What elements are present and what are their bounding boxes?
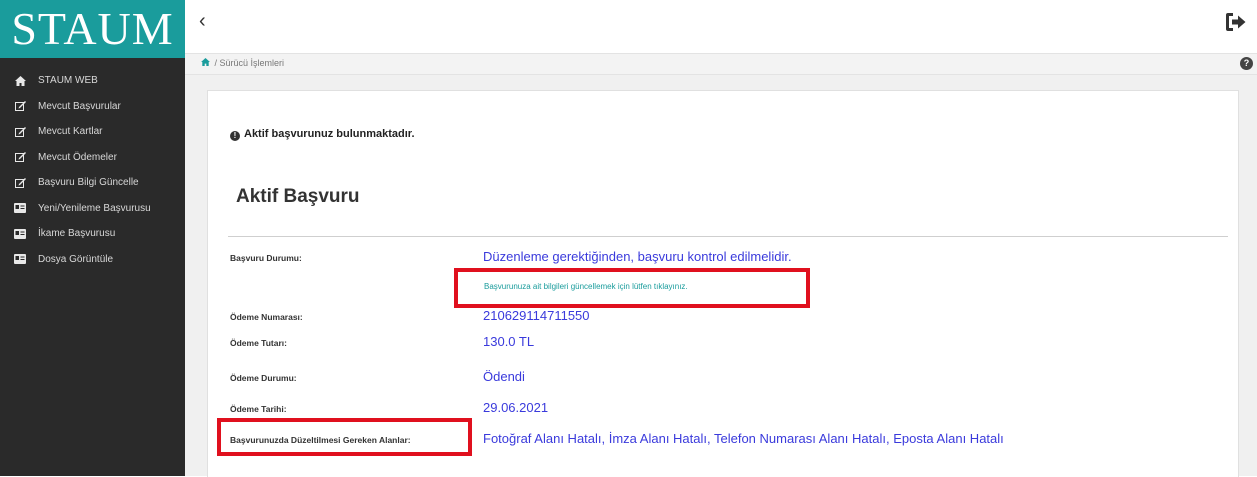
- help-icon[interactable]: ?: [1240, 57, 1253, 70]
- sidebar-item-basvuru-bilgi-guncelle[interactable]: Başvuru Bilgi Güncelle: [0, 170, 185, 196]
- field-value-fields-to-correct: Fotoğraf Alanı Hatalı, İmza Alanı Hatalı…: [483, 431, 1004, 446]
- sidebar-item-label: Dosya Görüntüle: [38, 253, 114, 265]
- top-bar: ‹: [185, 0, 1257, 48]
- sidebar-item-yeni-yenileme-basvurusu[interactable]: Yeni/Yenileme Başvurusu: [0, 196, 185, 222]
- app-logo[interactable]: STAUM: [0, 0, 185, 58]
- sidebar-item-staum-web[interactable]: STAUM WEB: [0, 68, 185, 94]
- home-icon: [14, 75, 26, 86]
- field-label-payment-status: Ödeme Durumu:: [230, 373, 297, 383]
- sidebar-item-mevcut-basvurular[interactable]: Mevcut Başvurular: [0, 94, 185, 120]
- field-label-payment-number: Ödeme Numarası:: [230, 312, 303, 322]
- field-value-payment-number: 210629114711550: [483, 308, 590, 323]
- home-icon[interactable]: [201, 58, 213, 68]
- field-value-payment-amount: 130.0 TL: [483, 334, 535, 349]
- sidebar-item-label: STAUM WEB: [38, 75, 98, 87]
- sidebar-item-label: Mevcut Ödemeler: [38, 151, 117, 163]
- sidebar-item-ikame-basvurusu[interactable]: İkame Başvurusu: [0, 221, 185, 247]
- edit-icon: [14, 152, 26, 163]
- sidebar-item-label: Yeni/Yenileme Başvurusu: [38, 202, 151, 214]
- sidebar-item-label: Başvuru Bilgi Güncelle: [38, 177, 139, 189]
- back-button[interactable]: ‹: [199, 10, 206, 33]
- logout-button[interactable]: [1225, 12, 1247, 32]
- field-label-payment-date: Ödeme Tarihi:: [230, 404, 287, 414]
- info-message: ! Aktif başvurunuz bulunmaktadır.: [230, 128, 415, 141]
- info-message-text: Aktif başvurunuz bulunmaktadır.: [244, 128, 415, 140]
- sidebar-item-mevcut-kartlar[interactable]: Mevcut Kartlar: [0, 119, 185, 145]
- logout-icon: [1225, 13, 1247, 36]
- info-icon: !: [230, 131, 240, 141]
- sidebar-item-label: Mevcut Başvurular: [38, 100, 121, 112]
- sidebar-menu: STAUM WEB Mevcut Başvurular Mevcut Kartl…: [0, 58, 185, 272]
- sidebar-item-label: İkame Başvurusu: [38, 228, 116, 240]
- sidebar-item-mevcut-odemeler[interactable]: Mevcut Ödemeler: [0, 145, 185, 171]
- field-label-payment-amount: Ödeme Tutarı:: [230, 338, 287, 348]
- breadcrumb: / Sürücü İşlemleri: [201, 58, 284, 68]
- edit-icon: [14, 177, 26, 188]
- sidebar: STAUM STAUM WEB Mevcut Başvurular Mevcut…: [0, 0, 185, 476]
- edit-icon: [14, 101, 26, 112]
- highlight-box-update-link: [454, 268, 810, 308]
- breadcrumb-bar: / Sürücü İşlemleri ?: [185, 53, 1257, 75]
- field-value-payment-date: 29.06.2021: [483, 400, 549, 415]
- sidebar-item-label: Mevcut Kartlar: [38, 126, 103, 138]
- field-label-application-status: Başvuru Durumu:: [230, 253, 302, 263]
- sidebar-item-dosya-goruntule[interactable]: Dosya Görüntüle: [0, 247, 185, 273]
- section-divider: [228, 236, 1228, 237]
- chevron-left-icon: ‹: [199, 10, 206, 32]
- section-title: Aktif Başvuru: [236, 186, 360, 207]
- breadcrumb-text[interactable]: / Sürücü İşlemleri: [215, 58, 285, 68]
- field-value-payment-status: Ödendi: [483, 369, 525, 384]
- id-card-icon: [14, 228, 26, 239]
- field-value-application-status: Düzenleme gerektiğinden, başvuru kontrol…: [483, 249, 792, 264]
- edit-icon: [14, 126, 26, 137]
- id-card-icon: [14, 203, 26, 214]
- highlight-box-fields-to-correct: [217, 418, 472, 456]
- id-card-icon: [14, 254, 26, 265]
